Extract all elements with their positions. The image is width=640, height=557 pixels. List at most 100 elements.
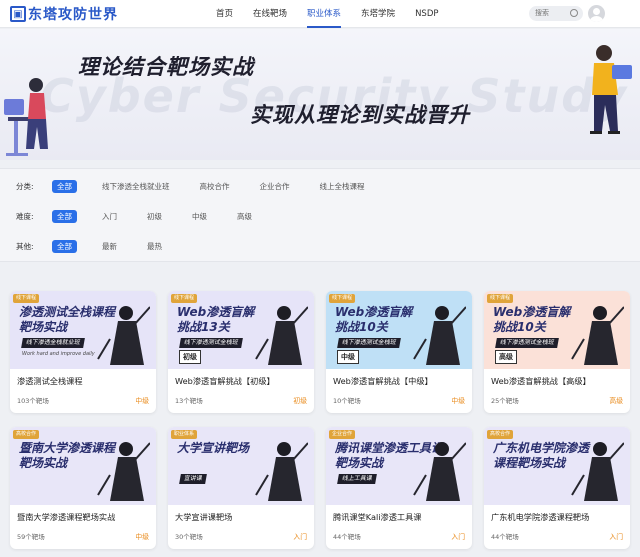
thumbnail-title-line: 挑战13关 <box>177 320 230 334</box>
course-title[interactable]: Web渗透盲解挑战【初级】 <box>175 375 275 387</box>
course-title[interactable]: 大学宣讲课靶场 <box>175 511 232 523</box>
course-tag: 高校合作 <box>487 430 514 439</box>
range-count: 13个靶场 <box>175 397 203 405</box>
filter-difficulty-entry[interactable]: 入门 <box>97 210 122 223</box>
top-header: ▣ 东塔攻防世界 首页 在线靶场 职业体系 东塔学院 NSDP <box>0 0 640 28</box>
ninja-illustration <box>97 306 150 365</box>
course-thumbnail[interactable]: 线下课程 渗透测试全栈课程 靶场实战 线下渗透全栈就业班 Work hard and i… <box>10 291 156 369</box>
range-count: 25个靶场 <box>491 397 519 405</box>
filter-difficulty-basic[interactable]: 初级 <box>142 210 167 223</box>
range-count: 30个靶场 <box>175 533 203 541</box>
course-card[interactable]: 高校合作 广东机电学院渗透 课程靶场实战 广东机电学院渗透课程靶场 44个靶场 入门 <box>484 427 630 549</box>
ninja-illustration <box>413 442 466 501</box>
hero-banner: Cyber Security Study 理论结合靶场实战 实现从理论到实战晋升 <box>0 29 640 160</box>
difficulty-level: 初级 <box>293 397 307 405</box>
thumbnail-subtitle: 线下渗透测试全栈班 <box>179 338 243 348</box>
thumbnail-title: Web渗透盲解 挑战10关 <box>493 305 570 335</box>
filter-category-all[interactable]: 全部 <box>52 179 77 193</box>
range-count: 59个靶场 <box>17 533 45 541</box>
filter-other-all[interactable]: 全部 <box>52 239 77 253</box>
filter-difficulty-all[interactable]: 全部 <box>52 209 77 223</box>
difficulty-level: 高级 <box>609 397 623 405</box>
course-tag: 高校合作 <box>13 430 40 439</box>
course-title[interactable]: Web渗透盲解挑战【高级】 <box>491 375 591 387</box>
course-thumbnail[interactable]: 线下课程 Web渗透盲解 挑战10关 线下渗透测试全栈班 高级 <box>484 291 630 369</box>
logo-text: 东塔攻防世界 <box>28 7 118 23</box>
difficulty-level: 中级 <box>135 397 149 405</box>
filter-category-university[interactable]: 高校合作 <box>195 180 235 193</box>
course-tag: 线下课程 <box>329 294 356 303</box>
nav-home[interactable]: 首页 <box>206 0 243 28</box>
course-tag: 企业合作 <box>329 430 356 439</box>
ninja-illustration <box>255 442 308 501</box>
ninja-illustration <box>255 306 308 365</box>
difficulty-level: 入门 <box>293 533 307 541</box>
filter-panel: 分类: 全部 线下渗透全栈就业班 高校合作 企业合作 线上全栈课程 难度: 全部… <box>0 168 640 262</box>
filter-category-online[interactable]: 线上全栈课程 <box>315 180 370 193</box>
filter-other-newest[interactable]: 最新 <box>97 240 122 253</box>
difficulty-level: 入门 <box>451 533 465 541</box>
thumbnail-title-line: Web渗透盲解 <box>177 305 255 319</box>
site-logo[interactable]: ▣ 东塔攻防世界 <box>10 5 118 23</box>
course-thumbnail[interactable]: 企业合作 腾讯课堂渗透工具课 靶场实战 线上工具课 <box>326 427 472 505</box>
course-card[interactable]: 高校合作 暨南大学渗透课程 靶场实战暨南大学渗透课程靶场实战 59个靶场 中级 <box>10 427 156 549</box>
thumbnail-slogan: Work hard and improve daily <box>22 351 95 357</box>
filter-other-hottest[interactable]: 最热 <box>142 240 167 253</box>
difficulty-level: 中级 <box>135 533 149 541</box>
nav-academy[interactable]: 东塔学院 <box>351 0 405 28</box>
course-title[interactable]: 广东机电学院渗透课程靶场 <box>491 511 589 523</box>
thumbnail-title-line: Web渗透盲解 <box>493 305 571 319</box>
difficulty-level: 中级 <box>451 397 465 405</box>
course-title[interactable]: 暨南大学渗透课程靶场实战 <box>17 511 115 523</box>
filter-difficulty-intermediate[interactable]: 中级 <box>187 210 212 223</box>
filter-category-label: 分类: <box>16 181 34 191</box>
filter-category-offline[interactable]: 线下渗透全栈就业班 <box>97 180 175 193</box>
ninja-illustration <box>571 306 624 365</box>
filter-difficulty-advanced[interactable]: 高级 <box>232 210 257 223</box>
course-title[interactable]: 腾讯课堂Kali渗透工具课 <box>333 511 421 523</box>
thumbnail-subtitle: 线下渗透全栈就业班 <box>21 338 85 348</box>
filter-other-row: 其他: 全部 最新 最热 <box>16 239 187 253</box>
ninja-illustration <box>413 306 466 365</box>
filter-category-row: 分类: 全部 线下渗透全栈就业班 高校合作 企业合作 线上全栈课程 <box>16 179 390 193</box>
course-tag: 线下课程 <box>171 294 198 303</box>
course-card[interactable]: 线下课程 Web渗透盲解 挑战10关 线下渗透测试全栈班 高级 Web渗透盲解挑战【高级】… <box>484 291 630 413</box>
thumbnail-title-line: 挑战10关 <box>493 320 546 334</box>
course-title[interactable]: Web渗透盲解挑战【中级】 <box>333 375 433 387</box>
filter-difficulty-row: 难度: 全部 入门 初级 中级 高级 <box>16 209 277 223</box>
hacker-illustration-left <box>4 78 48 156</box>
course-card[interactable]: 线下课程 Web渗透盲解 挑战13关线下渗透测试全栈班初级 Web渗透盲解挑战【初级】… <box>168 291 314 413</box>
thumbnail-title-line: 挑战10关 <box>335 320 388 334</box>
user-avatar[interactable] <box>588 5 605 22</box>
banner-headline-2: 实现从理论到实战晋升 <box>250 103 470 127</box>
thumbnail-subtitle: 线下渗透测试全栈班 <box>337 338 401 348</box>
range-count: 44个靶场 <box>491 533 519 541</box>
thumbnail-subtitle: 线下渗透测试全栈班 <box>495 338 559 348</box>
search-icon[interactable] <box>570 9 578 17</box>
thumbnail-subtitle: 线上工具课 <box>337 474 377 484</box>
course-card[interactable]: 职业体系 大学宣讲靶场 宣讲课大学宣讲课靶场 30个靶场 入门 <box>168 427 314 549</box>
hacker-illustration-right <box>590 45 632 134</box>
nav-online-range[interactable]: 在线靶场 <box>243 0 297 28</box>
course-title[interactable]: 渗透测试全栈课程 <box>17 375 83 387</box>
filter-difficulty-label: 难度: <box>16 211 34 221</box>
ninja-illustration <box>97 442 150 501</box>
course-thumbnail[interactable]: 线下课程 Web渗透盲解 挑战10关 线下渗透测试全栈班 中级 <box>326 291 472 369</box>
nav-career[interactable]: 职业体系 <box>297 0 351 28</box>
course-card[interactable]: 线下课程 Web渗透盲解 挑战10关 线下渗透测试全栈班 中级 Web渗透盲解挑战【中级】… <box>326 291 472 413</box>
course-thumbnail[interactable]: 高校合作 广东机电学院渗透 课程靶场实战 <box>484 427 630 505</box>
course-thumbnail[interactable]: 职业体系 大学宣讲靶场 宣讲课 <box>168 427 314 505</box>
range-count: 103个靶场 <box>17 397 49 405</box>
course-card[interactable]: 企业合作 腾讯课堂渗透工具课 靶场实战 线上工具课腾讯课堂Kali渗透工具课 44个靶场… <box>326 427 472 549</box>
thumbnail-subtitle: 宣讲课 <box>179 474 207 484</box>
filter-category-enterprise[interactable]: 企业合作 <box>255 180 295 193</box>
thumbnail-level-box: 初级 <box>179 350 201 364</box>
range-count: 44个靶场 <box>333 533 361 541</box>
course-thumbnail[interactable]: 线下课程 Web渗透盲解 挑战13关线下渗透测试全栈班初级 <box>168 291 314 369</box>
course-thumbnail[interactable]: 高校合作 暨南大学渗透课程 靶场实战 <box>10 427 156 505</box>
ninja-illustration <box>571 442 624 501</box>
course-tag: 职业体系 <box>171 430 198 439</box>
nav-nsdp[interactable]: NSDP <box>405 0 448 28</box>
course-card[interactable]: 线下课程 渗透测试全栈课程 靶场实战 线下渗透全栈就业班 Work hard and i… <box>10 291 156 413</box>
thumbnail-title: Web渗透盲解 挑战13关 <box>177 305 254 335</box>
